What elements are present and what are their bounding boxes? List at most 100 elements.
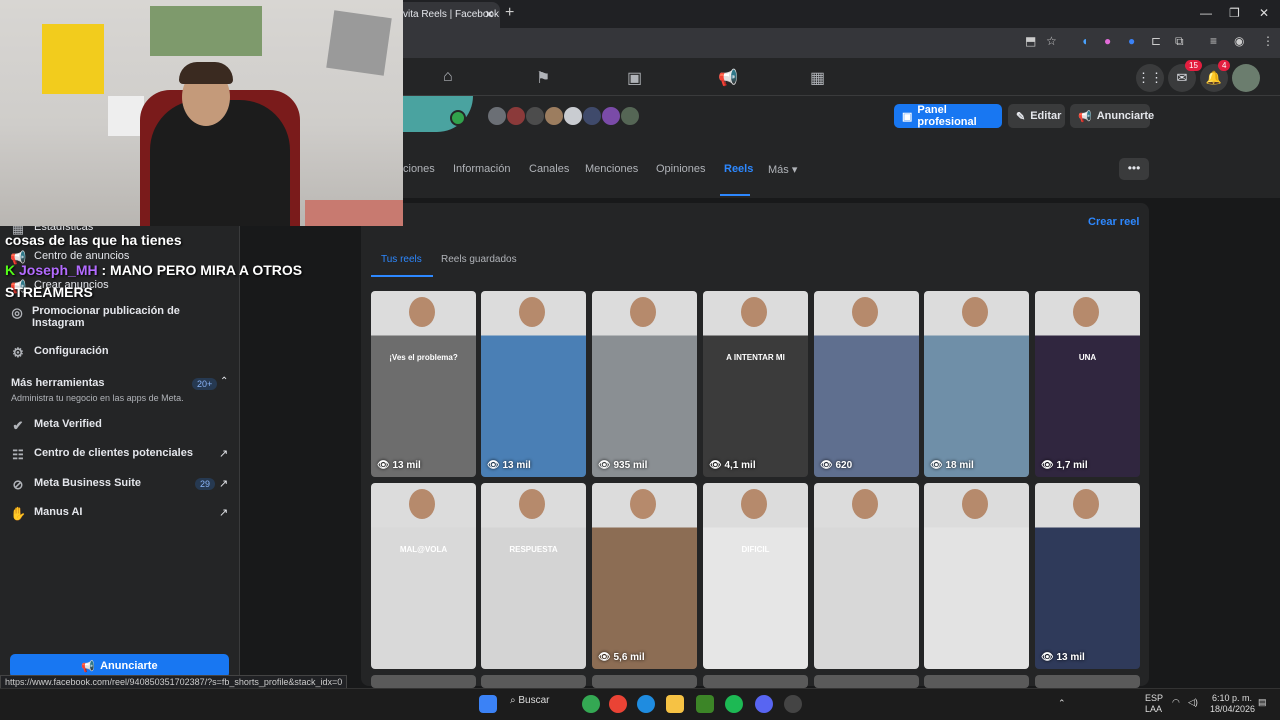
sidebar-item-settings[interactable]: ⚙ Configuración <box>10 345 108 361</box>
extension-icon[interactable]: ◖ <box>1081 34 1088 48</box>
tab-menciones[interactable]: Menciones <box>585 163 638 175</box>
browser-tab[interactable]: vita Reels | Facebook ✕ <box>395 2 500 28</box>
tab-reels-guardados[interactable]: Reels guardados <box>441 254 517 265</box>
profile-icon[interactable]: ◉ <box>1234 34 1244 48</box>
wifi-icon[interactable]: ◠ <box>1172 697 1180 708</box>
reel-card[interactable]: RESPUESTA <box>481 483 586 669</box>
friend-avatar[interactable] <box>525 106 545 126</box>
notification-icon[interactable]: ▤ <box>1258 697 1267 708</box>
megaphone-icon[interactable]: 📢 <box>718 68 738 88</box>
reel-card[interactable] <box>1035 675 1140 688</box>
kebab-menu-icon[interactable]: ⋮ <box>1262 34 1274 48</box>
reel-thumbnail-person <box>409 489 435 519</box>
reel-card[interactable] <box>814 483 919 669</box>
tab-more[interactable]: Más ▾ <box>768 163 797 176</box>
panel-profesional-button[interactable]: ▣ Panel profesional <box>894 104 1002 128</box>
volume-icon[interactable]: ◁) <box>1188 697 1198 708</box>
sidebar-item-promote-instagram[interactable]: ◎ Promocionar publicación de Instagram <box>10 305 210 329</box>
more-tools-title[interactable]: Más herramientas <box>11 377 105 389</box>
insights-icon[interactable]: ▣ <box>627 68 642 88</box>
chevron-up-icon[interactable]: ⌃ <box>1058 698 1066 709</box>
reel-card[interactable] <box>703 675 808 688</box>
tab-close-icon[interactable]: ✕ <box>485 8 494 21</box>
reel-card[interactable] <box>814 675 919 688</box>
reel-card[interactable]: 👁 620 <box>814 291 919 477</box>
friend-avatar[interactable] <box>620 106 640 126</box>
external-link-icon[interactable]: ↗ <box>219 477 228 490</box>
tab-reels[interactable]: Reels <box>724 163 753 175</box>
friend-avatar[interactable] <box>582 106 602 126</box>
menu-list-icon[interactable]: ≡ <box>1210 34 1217 48</box>
friend-avatar[interactable] <box>544 106 564 126</box>
more-options-button[interactable]: ••• <box>1119 158 1149 180</box>
close-window-button[interactable]: ✕ <box>1259 6 1269 20</box>
eye-icon: 👁 <box>709 460 725 471</box>
edge-icon[interactable] <box>637 695 655 713</box>
chevron-up-icon[interactable]: ⌃ <box>220 376 228 387</box>
reel-card[interactable] <box>371 675 476 688</box>
friend-avatar[interactable] <box>563 106 583 126</box>
external-link-icon[interactable]: ↗ <box>219 447 228 460</box>
new-tab-button[interactable]: + <box>505 4 514 22</box>
reel-card[interactable] <box>481 675 586 688</box>
taskbar-search[interactable]: ⌕ Buscar <box>510 695 550 706</box>
reel-card[interactable]: 👁 18 mil <box>924 291 1029 477</box>
sidebar-item-meta-verified[interactable]: ✔ Meta Verified <box>10 418 102 434</box>
restore-button[interactable]: ❐ <box>1229 6 1240 20</box>
create-reel-link[interactable]: Crear reel <box>1088 216 1139 228</box>
clock-date[interactable]: 18/04/2026 <box>1210 704 1255 714</box>
puzzle-icon[interactable]: ⧉ <box>1175 34 1184 49</box>
reel-card[interactable]: ¡Ves el problema? 👁 13 mil <box>371 291 476 477</box>
tab-tus-reels[interactable]: Tus reels <box>381 254 422 265</box>
reel-card[interactable] <box>924 675 1029 688</box>
clock-time[interactable]: 6:10 p. m. <box>1212 693 1252 703</box>
avatar[interactable] <box>1232 64 1260 92</box>
home-icon[interactable]: ⌂ <box>443 68 453 86</box>
sidebar-item-leads-center[interactable]: ☷ Centro de clientes potenciales <box>10 447 193 463</box>
start-icon[interactable] <box>479 695 497 713</box>
contacts-icon: ☷ <box>12 447 24 462</box>
sidebar-item-manus-ai[interactable]: ✋ Manus AI <box>10 506 83 522</box>
folder-icon[interactable] <box>666 695 684 713</box>
install-icon[interactable]: ⬒ <box>1025 34 1036 48</box>
language-indicator[interactable]: ESP <box>1145 693 1163 703</box>
reel-card[interactable]: UNA 👁 1,7 mil <box>1035 291 1140 477</box>
friend-avatar[interactable] <box>601 106 621 126</box>
minecraft-icon[interactable] <box>696 695 714 713</box>
tab-publicaciones[interactable]: ciones <box>403 163 435 175</box>
chrome-icon[interactable] <box>609 695 627 713</box>
tab-informacion[interactable]: Información <box>453 163 510 175</box>
spotify-icon[interactable] <box>725 695 743 713</box>
obs-icon[interactable] <box>784 695 802 713</box>
reel-card[interactable]: MAL@VOLA <box>371 483 476 669</box>
edit-button[interactable]: ✎ Editar <box>1008 104 1065 128</box>
calendar-icon[interactable]: ▦ <box>810 68 825 88</box>
extension-icon[interactable]: ● <box>1104 34 1111 48</box>
discord-icon[interactable] <box>755 695 773 713</box>
reel-card[interactable]: 👁 13 mil <box>1035 483 1140 669</box>
reel-thumbnail-person <box>409 297 435 327</box>
friend-avatar[interactable] <box>487 106 507 126</box>
extension-icon[interactable]: ● <box>1128 34 1135 48</box>
extension-icon[interactable]: ⊏ <box>1151 34 1161 48</box>
reel-card[interactable]: DIFICIL <box>703 483 808 669</box>
chrome-icon[interactable] <box>582 695 600 713</box>
reel-card[interactable] <box>924 483 1029 669</box>
reel-card[interactable] <box>592 675 697 688</box>
star-icon[interactable]: ☆ <box>1046 34 1057 48</box>
minimize-button[interactable]: — <box>1200 6 1212 20</box>
advertise-button[interactable]: 📢 Anunciarte <box>1070 104 1154 128</box>
flag-icon[interactable]: ⚑ <box>536 68 550 88</box>
tab-canales[interactable]: Canales <box>529 163 569 175</box>
reel-card[interactable]: 👁 5,6 mil <box>592 483 697 669</box>
reel-card[interactable]: A INTENTAR MI 👁 4,1 mil <box>703 291 808 477</box>
desk-item <box>305 200 403 226</box>
menu-grid-icon[interactable]: ⋮⋮ <box>1136 64 1164 92</box>
sidebar-item-business-suite[interactable]: ⊘ Meta Business Suite <box>10 477 141 493</box>
reel-card[interactable]: 👁 935 mil <box>592 291 697 477</box>
reel-card[interactable]: 👁 13 mil <box>481 291 586 477</box>
tab-opiniones[interactable]: Opiniones <box>656 163 706 175</box>
external-link-icon[interactable]: ↗ <box>219 506 228 519</box>
language-layout[interactable]: LAA <box>1145 704 1162 714</box>
friend-avatar[interactable] <box>506 106 526 126</box>
